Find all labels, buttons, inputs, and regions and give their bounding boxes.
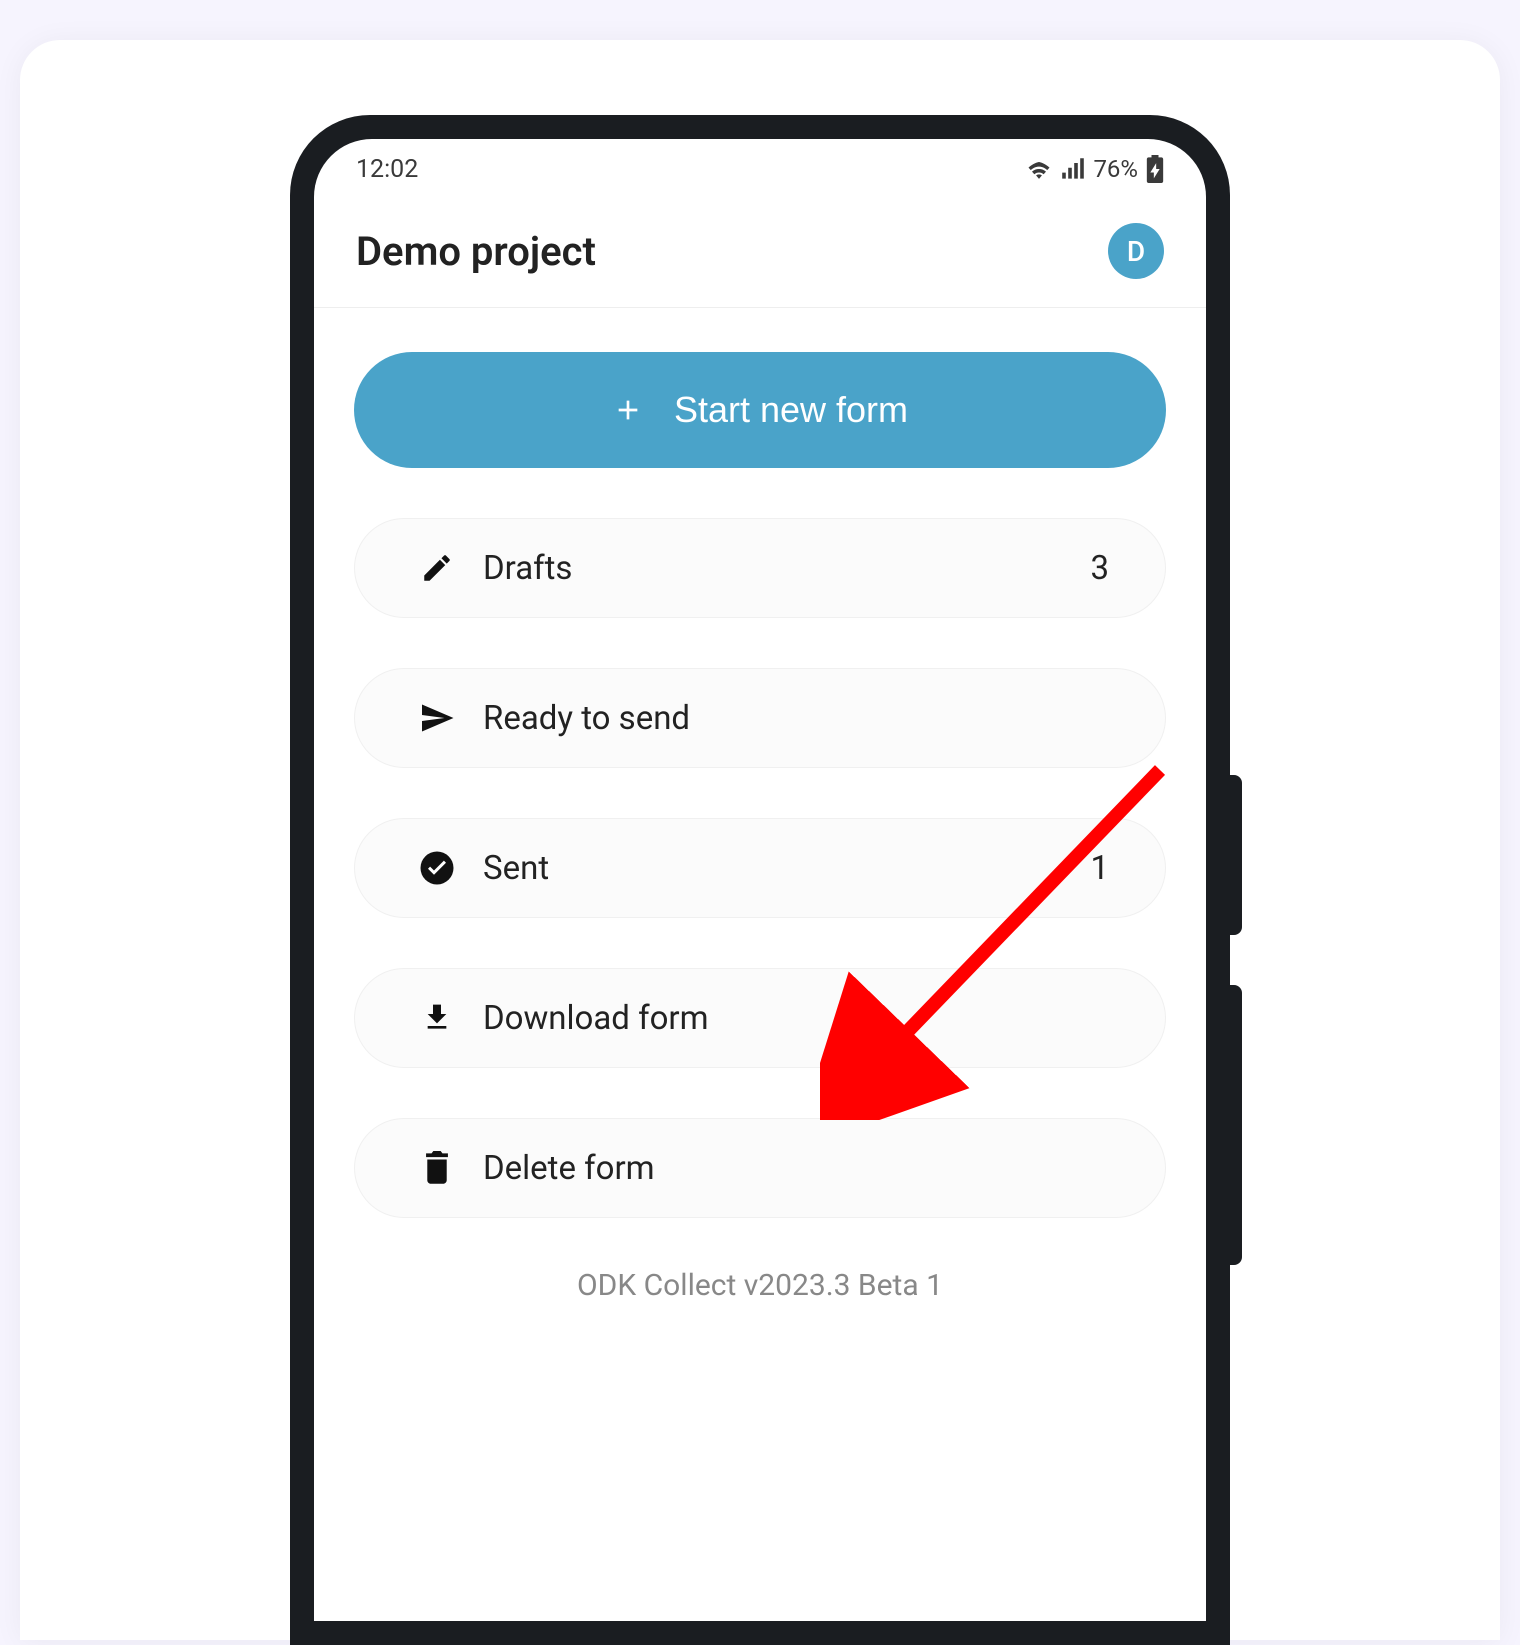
battery-text: 76% [1093,155,1138,183]
phone-screen: 12:02 76% Demo project D Start new form [314,139,1206,1621]
phone-frame: 12:02 76% Demo project D Start new form [290,115,1230,1645]
sent-label: Sent [483,849,1090,888]
start-new-form-label: Start new form [674,389,908,431]
send-icon [397,700,477,736]
sent-item[interactable]: Sent 1 [354,818,1166,918]
status-time: 12:02 [356,155,418,184]
plus-icon [612,394,644,426]
phone-side-button [1230,775,1242,935]
status-indicators: 76% [1025,155,1164,183]
ready-to-send-label: Ready to send [483,699,1109,738]
avatar[interactable]: D [1108,223,1164,279]
drafts-label: Drafts [483,549,1090,588]
pencil-icon [397,551,477,585]
ready-to-send-item[interactable]: Ready to send [354,668,1166,768]
drafts-item[interactable]: Drafts 3 [354,518,1166,618]
app-bar: Demo project D [314,199,1206,308]
delete-form-item[interactable]: Delete form [354,1118,1166,1218]
signal-icon [1061,158,1085,180]
status-bar: 12:02 76% [314,139,1206,199]
drafts-count: 3 [1090,549,1109,588]
delete-form-label: Delete form [483,1149,1109,1188]
download-form-item[interactable]: Download form [354,968,1166,1068]
download-icon [397,1002,477,1034]
battery-icon [1146,155,1164,183]
version-text: ODK Collect v2023.3 Beta 1 [354,1268,1166,1303]
page-title: Demo project [356,228,596,275]
main-content: Start new form Drafts 3 Ready to send [314,308,1206,1303]
trash-icon [397,1151,477,1185]
phone-side-button [1230,985,1242,1265]
menu-list: Drafts 3 Ready to send Sent 1 [354,518,1166,1218]
check-circle-icon [397,850,477,886]
sent-count: 1 [1090,849,1109,888]
start-new-form-button[interactable]: Start new form [354,352,1166,468]
download-form-label: Download form [483,999,1109,1038]
wifi-icon [1025,157,1053,181]
